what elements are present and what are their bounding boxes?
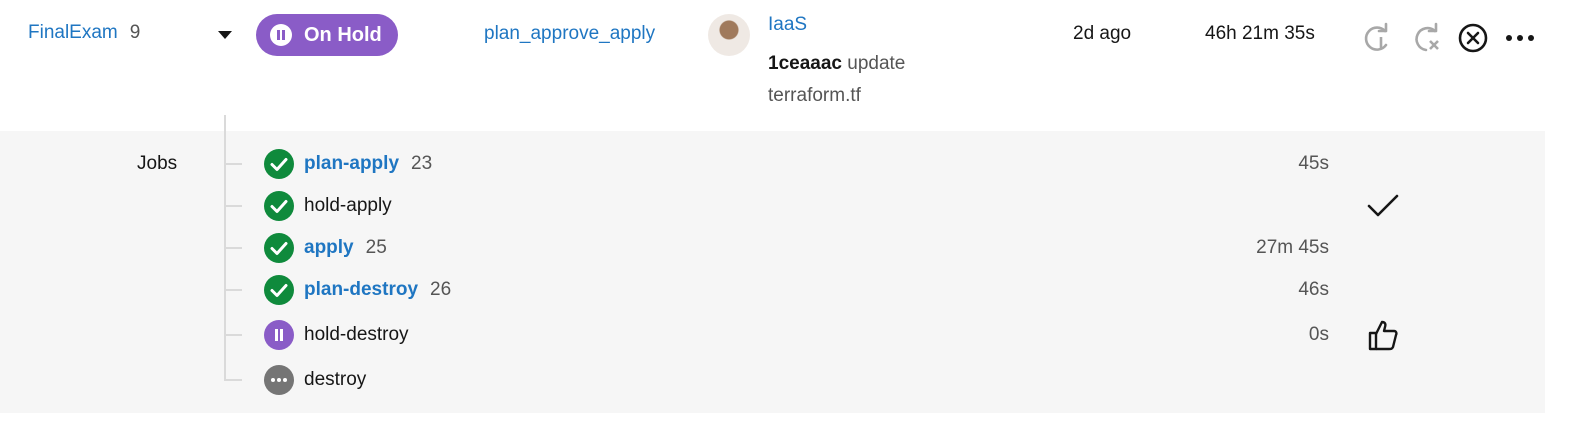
status-badge: On Hold	[256, 14, 398, 56]
workflow-link[interactable]: plan_approve_apply	[484, 23, 655, 45]
avatar	[708, 14, 750, 56]
job-name[interactable]: plan-destroy	[304, 279, 418, 301]
tree-branch	[224, 289, 242, 291]
more-options-icon[interactable]	[1505, 30, 1535, 51]
job-number: 26	[430, 279, 452, 300]
job-number: 23	[411, 153, 433, 174]
project-link[interactable]: FinalExam 9	[28, 22, 140, 44]
tree-branch	[224, 379, 242, 381]
job-duration: 0s	[1308, 324, 1329, 345]
job-row[interactable]: apply 25	[264, 233, 387, 263]
commit-hash[interactable]: 1ceaaac	[768, 53, 842, 74]
tree-branch	[224, 247, 242, 249]
not-run-icon	[264, 365, 294, 395]
user-link[interactable]: IaaS	[768, 14, 807, 36]
job-name: destroy	[304, 369, 367, 390]
job-name[interactable]: plan-apply	[304, 153, 399, 175]
tree-branch	[224, 163, 242, 165]
time-ago: 2d ago	[1073, 23, 1132, 44]
job-name: hold-apply	[304, 195, 392, 216]
commit-info[interactable]: 1ceaaac update terraform.tf	[768, 48, 958, 112]
job-row: destroy	[264, 365, 366, 395]
tree-branch	[224, 205, 242, 207]
rerun-from-failed-icon[interactable]	[1410, 22, 1444, 61]
pause-icon	[270, 24, 292, 46]
job-name: hold-destroy	[304, 324, 409, 345]
cancel-icon[interactable]	[1457, 22, 1489, 59]
tree-branch	[224, 334, 242, 336]
project-name[interactable]: FinalExam	[28, 22, 118, 43]
job-duration: 45s	[1298, 153, 1329, 174]
job-row: hold-apply	[264, 191, 392, 221]
jobs-label: Jobs	[137, 153, 178, 174]
job-number: 25	[365, 237, 387, 258]
success-icon	[264, 149, 294, 179]
job-name[interactable]: apply	[304, 237, 354, 259]
job-duration: 27m 45s	[1256, 237, 1329, 258]
chevron-down-icon[interactable]	[218, 31, 232, 39]
status-label: On Hold	[304, 23, 382, 46]
pipeline-number: 9	[129, 22, 141, 43]
job-row[interactable]: plan-apply 23	[264, 149, 432, 179]
thumbs-up-icon[interactable]	[1366, 318, 1400, 357]
job-duration: 46s	[1298, 279, 1329, 300]
success-icon	[264, 275, 294, 305]
pause-icon	[264, 320, 294, 350]
success-icon	[264, 191, 294, 221]
workflow-duration: 46h 21m 35s	[1205, 23, 1315, 44]
rerun-icon[interactable]	[1360, 22, 1394, 61]
checkmark-icon	[1366, 192, 1400, 225]
success-icon	[264, 233, 294, 263]
job-row[interactable]: plan-destroy 26	[264, 275, 451, 305]
job-row: hold-destroy	[264, 320, 409, 350]
